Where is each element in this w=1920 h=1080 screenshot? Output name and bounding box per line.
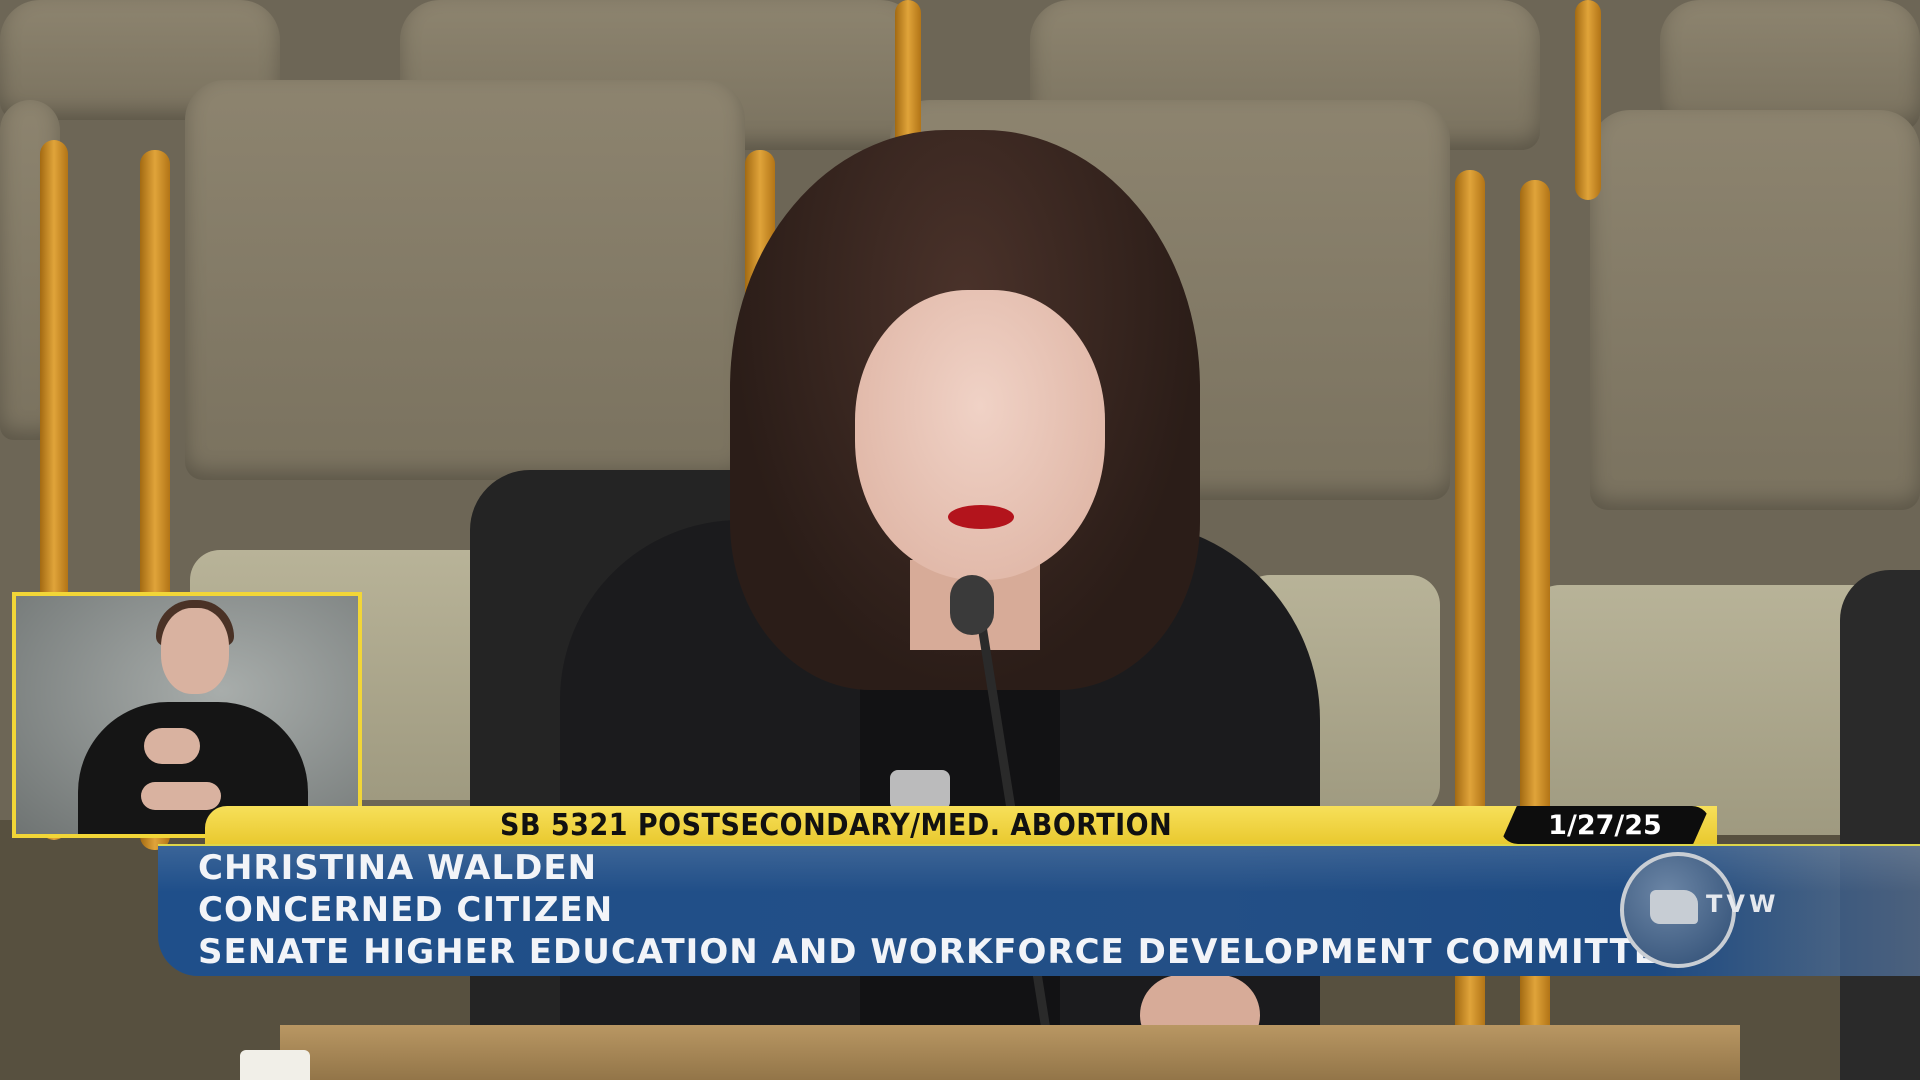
interpreter-head — [161, 608, 229, 694]
chair-back — [1590, 110, 1920, 510]
speaker-title: CONCERNED CITIZEN — [198, 890, 614, 930]
interpreter-hand — [141, 782, 221, 810]
chair-frame — [1575, 0, 1601, 200]
shirt-print — [890, 770, 950, 810]
cup — [240, 1050, 310, 1080]
speaker-face — [855, 290, 1105, 580]
bill-topic: SB 5321 POSTSECONDARY/MED. ABORTION — [500, 808, 1173, 843]
interpreter-hand — [144, 728, 200, 764]
speaker-lips — [948, 505, 1014, 529]
testimony-table — [280, 1025, 1740, 1080]
washington-state-icon — [1650, 890, 1698, 924]
hearing-date: 1/27/25 — [1548, 810, 1662, 841]
microphone-icon — [950, 575, 994, 635]
speaker-name: CHRISTINA WALDEN — [198, 848, 598, 888]
asl-interpreter-inset — [12, 592, 362, 838]
committee-name: SENATE HIGHER EDUCATION AND WORKFORCE DE… — [198, 932, 1683, 972]
tvw-logo-text: TVW — [1706, 890, 1780, 918]
chair-back — [185, 80, 745, 480]
foreground-chair — [1840, 570, 1920, 1080]
